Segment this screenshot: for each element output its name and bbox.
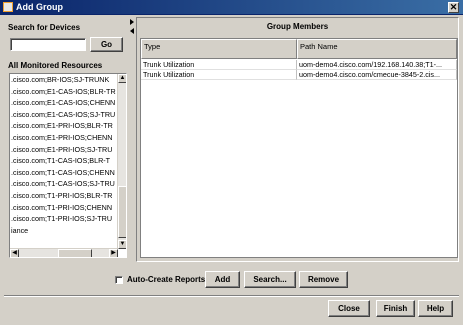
list-item[interactable]: .cisco.com;E1-PRI-IOS;SJ-TRU [10, 144, 118, 156]
resources-horizontal-scrollbar[interactable]: ◀ ▶ [10, 248, 118, 257]
table-row[interactable]: Trunk Utilization uom-demo4.cisco.com/19… [141, 60, 457, 70]
list-item[interactable]: .cisco.com;BR-IOS;SJ-TRUNK [10, 74, 118, 86]
list-item[interactable]: .cisco.com;E1-CAS-IOS;SJ-TRU [10, 109, 118, 121]
column-header-type[interactable]: Type [141, 39, 297, 59]
list-item[interactable]: .cisco.com;T1-PRI-IOS;BLR-TR [10, 190, 118, 202]
search-devices-input[interactable] [10, 38, 86, 51]
list-item[interactable]: .cisco.com;T1-PRI-IOS;CHENN [10, 202, 118, 214]
group-members-table[interactable]: Type Path Name Trunk Utilization uom-dem… [140, 38, 458, 258]
add-button[interactable]: Add [205, 271, 240, 288]
cell-path-name: uom-demo4.cisco.com/192.168.140.38;T1-..… [297, 60, 457, 70]
search-label: Search for Devices [8, 23, 81, 32]
title-bar[interactable]: Add Group ✕ [0, 0, 463, 15]
go-button[interactable]: Go [90, 37, 123, 52]
window-title: Add Group [16, 2, 63, 12]
list-item[interactable]: .cisco.com;T1-CAS-IOS;SJ-TRU [10, 178, 118, 190]
horizontal-scroll-thumb[interactable] [58, 249, 92, 257]
table-row[interactable]: Trunk Utilization uom-demo4.cisco.com/cm… [141, 70, 457, 80]
footer-separator [4, 295, 459, 297]
search-button[interactable]: Search... [244, 271, 296, 288]
vertical-scroll-thumb[interactable] [118, 186, 126, 238]
list-item[interactable]: .cisco.com;E1-PRI-IOS;BLR-TR [10, 120, 118, 132]
list-item[interactable]: iance [10, 225, 118, 237]
list-item[interactable]: .cisco.com;E1-PRI-IOS;CHENN [10, 132, 118, 144]
expand-right-icon[interactable] [130, 19, 134, 25]
scroll-down-icon[interactable]: ▼ [118, 240, 126, 249]
table-header: Type Path Name [141, 39, 457, 59]
column-header-path-name[interactable]: Path Name [297, 39, 457, 59]
remove-button[interactable]: Remove [299, 271, 348, 288]
list-item[interactable]: .cisco.com;E1-CAS-IOS;CHENN [10, 97, 118, 109]
scroll-up-icon[interactable]: ▲ [118, 74, 126, 83]
resources-vertical-scrollbar[interactable]: ▲ ▼ [117, 74, 126, 249]
collapse-left-icon[interactable] [130, 28, 134, 34]
cell-type: Trunk Utilization [141, 70, 297, 80]
close-button[interactable]: Close [328, 300, 370, 317]
scroll-right-icon[interactable]: ▶ [109, 249, 118, 257]
window-icon [3, 2, 13, 12]
cell-type: Trunk Utilization [141, 60, 297, 70]
auto-create-reports-option[interactable]: Auto-Create Reports [115, 275, 205, 284]
group-members-title: Group Members [266, 22, 329, 31]
scroll-left-icon[interactable]: ◀ [10, 249, 19, 257]
list-item[interactable]: .cisco.com;T1-CAS-IOS;CHENN [10, 167, 118, 179]
window-close-button[interactable]: ✕ [448, 2, 459, 13]
auto-create-reports-checkbox[interactable] [115, 275, 123, 284]
resources-label: All Monitored Resources [8, 61, 103, 70]
list-item[interactable]: .cisco.com;E1-CAS-IOS;BLR-TR [10, 86, 118, 98]
list-item[interactable]: .cisco.com;T1-PRI-IOS;SJ-TRU [10, 213, 118, 225]
finish-button[interactable]: Finish [376, 300, 415, 317]
group-members-panel: Group Members Type Path Name Trunk Utili… [136, 17, 459, 262]
auto-create-reports-label: Auto-Create Reports [127, 275, 206, 284]
list-item[interactable]: .cisco.com;T1-CAS-IOS;BLR-T [10, 155, 118, 167]
resources-rows: .cisco.com;BR-IOS;SJ-TRUNK .cisco.com;E1-… [10, 74, 118, 249]
help-button[interactable]: Help [418, 300, 453, 317]
monitored-resources-list[interactable]: .cisco.com;BR-IOS;SJ-TRUNK .cisco.com;E1-… [9, 73, 127, 258]
splitter-arrows[interactable] [130, 19, 135, 34]
cell-path-name: uom-demo4.cisco.com/cmecue-3845-2.cis... [297, 70, 457, 80]
